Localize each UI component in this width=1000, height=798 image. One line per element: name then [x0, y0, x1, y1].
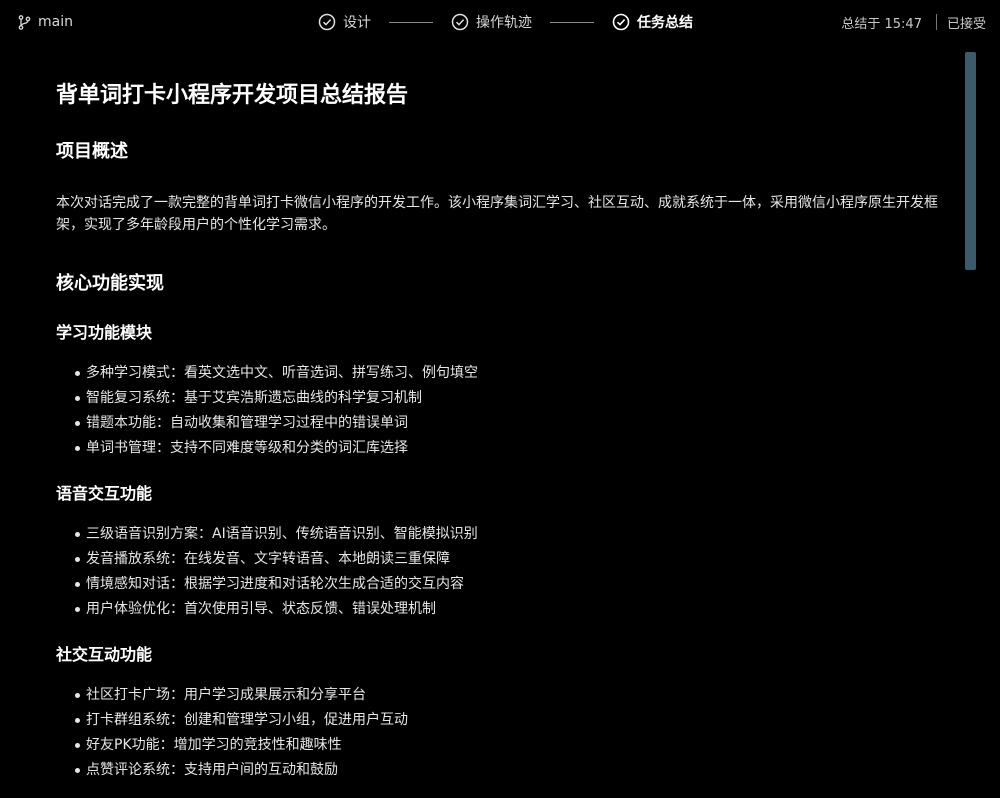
list-item: 发音播放系统：在线发音、文字转语音、本地朗读三重保障	[56, 547, 946, 572]
git-branch-icon	[18, 14, 31, 30]
list-item: 用户体验优化：首次使用引导、状态反馈、错误处理机制	[56, 597, 946, 622]
voice-feature-list: 三级语音识别方案：AI语音识别、传统语音识别、智能模拟识别 发音播放系统：在线发…	[56, 522, 946, 622]
check-circle-icon	[318, 13, 336, 31]
step-label: 设计	[343, 15, 371, 31]
subsection-heading-learning: 学习功能模块	[56, 323, 153, 342]
list-item: 点赞评论系统：支持用户间的互动和鼓励	[56, 758, 946, 783]
step-trace[interactable]: 操作轨迹	[451, 12, 532, 32]
subsection-heading-social: 社交互动功能	[56, 645, 153, 664]
branch-name: main	[38, 14, 73, 30]
step-connector	[550, 21, 594, 23]
summary-time: 总结于 15:47	[841, 16, 922, 32]
section-heading-overview: 项目概述	[56, 141, 128, 162]
step-connector	[389, 21, 433, 23]
overview-paragraph: 本次对话完成了一款完整的背单词打卡微信小程序的开发工作。该小程序集词汇学习、社区…	[56, 195, 938, 233]
section-heading-core: 核心功能实现	[56, 273, 164, 294]
list-item: 单词书管理：支持不同难度等级和分类的词汇库选择	[56, 436, 946, 461]
list-item: 打卡群组系统：创建和管理学习小组，促进用户互动	[56, 708, 946, 733]
list-item: 好友PK功能：增加学习的竞技性和趣味性	[56, 733, 946, 758]
list-item: 社区打卡广场：用户学习成果展示和分享平台	[56, 683, 946, 708]
summary-meta: 总结于 15:47 已接受	[841, 12, 986, 32]
check-circle-icon	[612, 13, 630, 31]
learning-feature-list: 多种学习模式：看英文选中文、听音选词、拼写练习、例句填空 智能复习系统：基于艾宾…	[56, 361, 946, 461]
list-item: 多种学习模式：看英文选中文、听音选词、拼写练习、例句填空	[56, 361, 946, 386]
list-item: 智能复习系统：基于艾宾浩斯遗忘曲线的科学复习机制	[56, 386, 946, 411]
report-title: 背单词打卡小程序开发项目总结报告	[56, 83, 409, 108]
subsection-heading-voice: 语音交互功能	[56, 484, 153, 503]
list-item: 情境感知对话：根据学习进度和对话轮次生成合适的交互内容	[56, 572, 946, 597]
step-label: 任务总结	[637, 15, 693, 31]
step-label: 操作轨迹	[476, 15, 532, 31]
step-summary[interactable]: 任务总结	[612, 12, 693, 32]
check-circle-icon	[451, 13, 469, 31]
scrollbar-thumb[interactable]	[965, 52, 976, 270]
progress-steps: 设计 操作轨迹 任务总结	[318, 11, 693, 33]
accepted-status: 已接受	[946, 16, 986, 32]
step-design[interactable]: 设计	[318, 12, 371, 32]
top-bar: main 设计 操作轨迹 任务总结 总结于 15:47 已接受	[0, 0, 1000, 44]
branch-indicator[interactable]: main	[18, 12, 73, 32]
social-feature-list: 社区打卡广场：用户学习成果展示和分享平台 打卡群组系统：创建和管理学习小组，促进…	[56, 683, 946, 783]
meta-divider	[935, 14, 937, 30]
list-item: 错题本功能：自动收集和管理学习过程中的错误单词	[56, 411, 946, 436]
list-item: 三级语音识别方案：AI语音识别、传统语音识别、智能模拟识别	[56, 522, 946, 547]
report-content: 背单词打卡小程序开发项目总结报告 项目概述 本次对话完成了一款完整的背单词打卡微…	[56, 78, 946, 783]
